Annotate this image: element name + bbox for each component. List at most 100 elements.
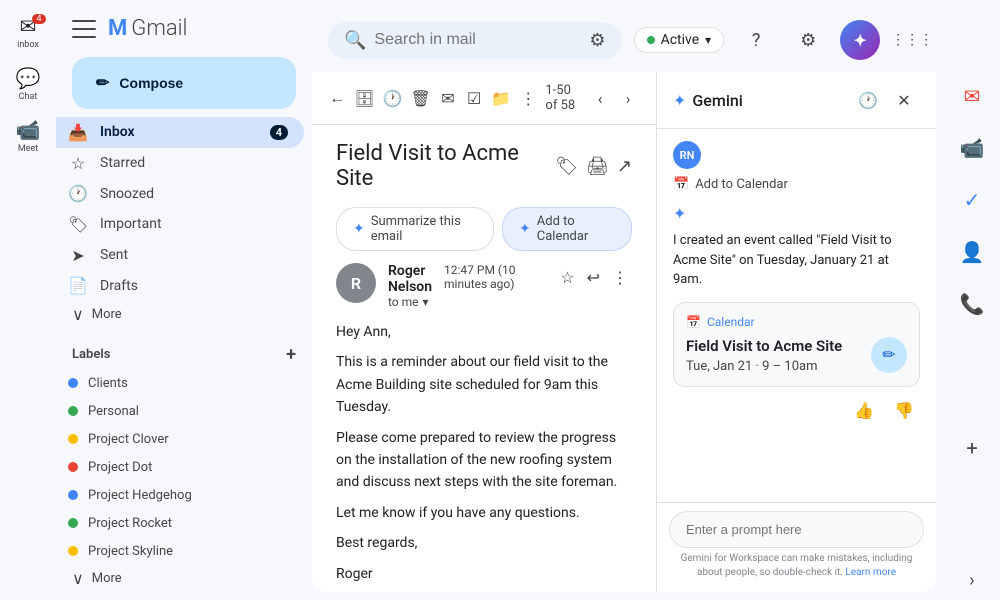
active-status-badge[interactable]: Active ▾ [634, 27, 725, 53]
label-project-hedgehog[interactable]: Project Hedgehog [56, 481, 304, 509]
topbar-right: Active ▾ ? ⚙ ✦ ⋮⋮⋮ DF [634, 20, 936, 60]
snooze-button[interactable]: 🕐 [383, 80, 403, 116]
email-subject-icons: 🏷 🖨 ↗ [555, 156, 632, 177]
sidebar-item-important[interactable]: 🏷 Important [56, 209, 304, 240]
add-calendar-chip[interactable]: ✦ Add to Calendar [502, 207, 632, 251]
move-button[interactable]: 📁 [491, 80, 511, 116]
calendar-card-date: Tue, Jan 21 · 9 – 10am [686, 359, 842, 374]
next-page-button[interactable]: › [616, 80, 640, 116]
rocket-dot [68, 518, 78, 528]
project-skyline-label: Project Skyline [88, 544, 173, 559]
more-message-icon[interactable]: ⋮ [608, 264, 632, 291]
settings-button[interactable]: ⚙ [788, 20, 828, 60]
edit-icon: ✏ [882, 345, 895, 364]
message-action-icons: ☆ ↩ ⋮ [556, 264, 632, 291]
snooze-icon: 🕐 [383, 89, 403, 108]
nav-strip-chat[interactable]: 💬 Chat [4, 60, 52, 108]
sender-chevron-icon: ▾ [423, 295, 429, 309]
gemini-header: ✦ Gemini 🕐 ✕ [657, 72, 936, 129]
nav-strip-meet[interactable]: 📹 Meet [4, 112, 52, 160]
more-actions-button[interactable]: ⋮ [519, 80, 537, 116]
body-p3: Let me know if you have any questions. [336, 502, 632, 524]
mark-unread-button[interactable]: ✉ [439, 80, 457, 116]
search-input[interactable] [374, 31, 581, 49]
add-app-icon: + [966, 436, 977, 460]
thumbs-up-button[interactable]: 👍 [848, 395, 880, 427]
compose-button[interactable]: ✏ Compose [72, 57, 296, 109]
label-personal[interactable]: Personal [56, 397, 304, 425]
dot-dot [68, 462, 78, 472]
message-meta: 12:47 PM (10 minutes ago) ☆ ↩ ⋮ [444, 263, 632, 291]
important-label: Important [100, 216, 162, 232]
reply-message-icon[interactable]: ↩ [583, 264, 604, 291]
label-project-dot[interactable]: Project Dot [56, 453, 304, 481]
delete-button[interactable]: 🗑 [410, 80, 430, 116]
meet-label: Meet [18, 144, 38, 154]
drafts-icon: 📄 [68, 276, 88, 295]
add-task-button[interactable]: ☑ [465, 80, 483, 116]
back-button[interactable]: ← [328, 80, 346, 116]
summarize-star-icon: ✦ [353, 221, 365, 237]
sender-to[interactable]: to me ▾ [388, 295, 432, 309]
open-in-new-icon[interactable]: ↗ [617, 156, 632, 177]
labels-more-chevron-icon: ∨ [72, 569, 84, 588]
label-icon[interactable]: 🏷 [555, 156, 578, 177]
gemini-title: ✦ Gemini [673, 91, 844, 110]
mark-unread-icon: ✉ [441, 89, 454, 108]
message-header: R Roger Nelson to me ▾ 12:47 PM (10 minu… [336, 263, 632, 309]
search-bar[interactable]: 🔍 ⚙ [328, 22, 622, 59]
nav-strip-mail[interactable]: ✉ inbox 4 [4, 8, 52, 56]
archive-button[interactable]: 🗄 [354, 80, 374, 116]
summarize-chip[interactable]: ✦ Summarize this email [336, 207, 494, 251]
sender-avatar: R [336, 263, 376, 303]
sidebar-item-starred[interactable]: ☆ Starred [56, 148, 304, 179]
calendar-small-icon: 📅 [673, 177, 689, 192]
right-strip-expand[interactable]: › [948, 568, 996, 592]
learn-more-link[interactable]: Learn more [845, 567, 896, 578]
add-calendar-text: Add to Calendar [695, 177, 788, 192]
clients-label: Clients [88, 376, 128, 391]
right-tasks-icon: ✓ [964, 188, 981, 212]
right-strip-meet[interactable]: 📹 [948, 124, 996, 172]
help-button[interactable]: ? [736, 20, 776, 60]
right-strip-tasks[interactable]: ✓ [948, 176, 996, 224]
email-subject-text: Field Visit to Acme Site [336, 141, 547, 191]
move-icon: 📁 [491, 89, 511, 108]
sidebar-item-sent[interactable]: ➤ Sent [56, 240, 304, 271]
add-task-icon: ☑ [467, 89, 481, 108]
right-strip-add[interactable]: + [948, 424, 996, 472]
gemini-close-button[interactable]: ✕ [888, 84, 920, 116]
hamburger-menu[interactable] [72, 17, 96, 41]
sent-label: Sent [100, 247, 128, 263]
right-strip-contacts[interactable]: 👤 [948, 228, 996, 276]
right-mail-icon: ✉ [964, 84, 981, 108]
label-clients[interactable]: Clients [56, 369, 304, 397]
more-actions-icon: ⋮ [520, 89, 536, 108]
label-project-skyline[interactable]: Project Skyline [56, 537, 304, 565]
thumbs-down-button[interactable]: 👎 [888, 395, 920, 427]
sidebar-item-inbox[interactable]: 📥 Inbox 4 [56, 117, 304, 148]
gemini-prompt-input[interactable] [669, 511, 924, 548]
calendar-edit-button[interactable]: ✏ [871, 337, 907, 373]
star-message-icon[interactable]: ☆ [556, 264, 578, 291]
label-project-rocket[interactable]: Project Rocket [56, 509, 304, 537]
sidebar-more-link[interactable]: ∨ More [56, 301, 312, 328]
labels-more-link[interactable]: ∨ More [56, 565, 312, 592]
compose-icon: ✏ [96, 73, 109, 93]
sidebar-item-drafts[interactable]: 📄 Drafts [56, 270, 304, 301]
archive-icon: 🗄 [354, 89, 374, 108]
print-icon[interactable]: 🖨 [586, 156, 609, 177]
calendar-card-icon: 📅 [686, 315, 701, 329]
prev-page-button[interactable]: ‹ [588, 80, 612, 116]
sidebar-item-snoozed[interactable]: 🕐 Snoozed [56, 178, 304, 209]
calendar-card-header: 📅 Calendar [686, 315, 907, 329]
right-strip-phone[interactable]: 📞 [948, 280, 996, 328]
label-project-clover[interactable]: Project Clover [56, 425, 304, 453]
right-strip-mail[interactable]: ✉ [948, 72, 996, 120]
search-filter-icon[interactable]: ⚙ [589, 30, 605, 51]
sender-info: Roger Nelson to me ▾ [388, 263, 432, 309]
gemini-history-button[interactable]: 🕐 [852, 84, 884, 116]
gemini-button[interactable]: ✦ [840, 20, 880, 60]
add-label-icon[interactable]: + [286, 344, 296, 365]
apps-button[interactable]: ⋮⋮⋮ [892, 20, 932, 60]
